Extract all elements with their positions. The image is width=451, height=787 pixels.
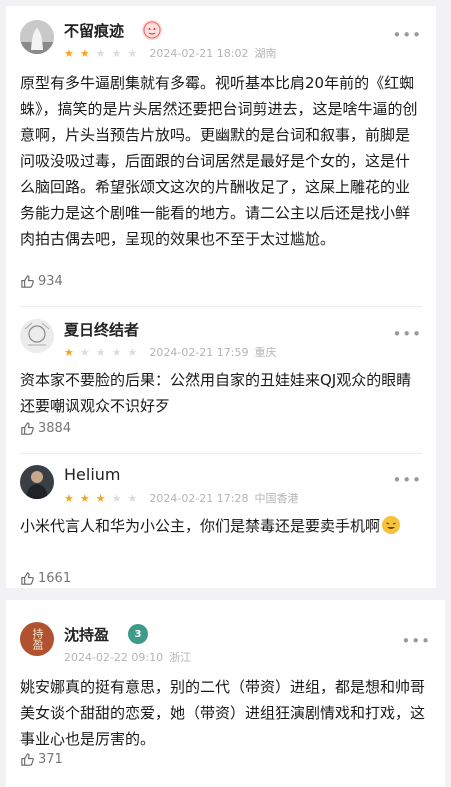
thumbs-up-icon [21, 422, 34, 435]
review-item: Helium ★ ★ ★ ★ ★ 2024-02-21 17:28 中国香港 ••• 小… [6, 465, 436, 586]
review-header: 持盈 沈持盈 3 2024-02-22 09:10 浙江 ••• [6, 622, 445, 665]
rating-stars: ★ ★ ★ ★ ★ [64, 347, 143, 358]
thumbs-up-icon [21, 572, 34, 585]
review-date: 2024-02-22 09:10 [64, 650, 164, 664]
divider [20, 453, 422, 454]
like-count: 371 [38, 752, 63, 767]
review-meta: ★ ★ ★ ★ ★ 2024-02-21 17:59 重庆 [64, 344, 283, 360]
like-button[interactable]: 1661 [20, 571, 71, 586]
review-location: 湖南 [254, 47, 277, 60]
review-content: 资本家不要脸的后果：公然用自家的丑娃娃来QJ观众的眼睛还要嘲讽观众不识好歹 [20, 371, 412, 415]
review-location: 浙江 [169, 651, 192, 664]
like-button[interactable]: 934 [20, 274, 63, 289]
username[interactable]: 夏日终结者 [64, 319, 139, 340]
review-content: 姚安娜真的挺有意思，别的二代（带资）进组，都是想和帅哥美女谈个甜甜的恋爱，她（带… [20, 678, 426, 748]
review-content: 小米代言人和华为小公主，你们是禁毒还是要卖手机啊 [20, 513, 422, 539]
review-header: 夏日终结者 ★ ★ ★ ★ ★ 2024-02-21 17:59 重庆 ••• [6, 319, 436, 359]
laughing-emoji-icon [382, 516, 401, 534]
username[interactable]: 不留痕迹 [64, 20, 124, 41]
thumbs-up-icon [21, 275, 34, 288]
avatar[interactable]: 持盈 [20, 622, 54, 656]
star-empty-icon: ★ [79, 345, 90, 359]
review-card: 不留痕迹 ★ ★ ★ ★ ★ 2024-02-21 18:02 湖南 ••• 原型有多牛… [6, 6, 436, 588]
avatar[interactable] [20, 465, 54, 499]
avatar-text: 持盈 [31, 628, 44, 650]
review-meta: 2024-02-22 09:10 浙江 [64, 649, 197, 665]
star-empty-icon: ★ [127, 345, 138, 359]
rating-stars: ★ ★ ★ ★ ★ [64, 493, 143, 504]
thumbs-up-icon [21, 753, 34, 766]
star-filled-icon: ★ [95, 491, 106, 505]
like-button[interactable]: 3884 [20, 421, 71, 436]
like-count: 3884 [38, 421, 72, 436]
star-filled-icon: ★ [79, 46, 90, 60]
like-count: 1661 [38, 571, 72, 586]
star-filled-icon: ★ [64, 46, 74, 60]
review-header: Helium ★ ★ ★ ★ ★ 2024-02-21 17:28 中国香港 ••• [6, 465, 436, 505]
review-date: 2024-02-21 18:02 [149, 46, 249, 60]
review-date: 2024-02-21 17:59 [149, 345, 249, 359]
more-options-icon[interactable]: ••• [392, 26, 422, 44]
star-filled-icon: ★ [79, 491, 90, 505]
review-card: 持盈 沈持盈 3 2024-02-22 09:10 浙江 ••• 姚安娜真的挺有… [6, 600, 445, 787]
like-count: 934 [38, 274, 63, 289]
review-header: 不留痕迹 ★ ★ ★ ★ ★ 2024-02-21 18:02 湖南 ••• [6, 20, 436, 60]
rating-stars: ★ ★ ★ ★ ★ [64, 48, 143, 59]
divider [20, 306, 422, 307]
face-emoji-icon [142, 20, 162, 40]
star-empty-icon: ★ [111, 46, 122, 60]
level-badge: 3 [128, 624, 148, 644]
star-empty-icon: ★ [95, 345, 106, 359]
star-empty-icon: ★ [127, 46, 138, 60]
avatar[interactable] [20, 319, 54, 353]
more-options-icon[interactable]: ••• [401, 632, 431, 650]
review-content-text: 小米代言人和华为小公主，你们是禁毒还是要卖手机啊 [20, 517, 381, 535]
star-empty-icon: ★ [127, 491, 138, 505]
username[interactable]: Helium [64, 465, 121, 484]
review-location: 重庆 [254, 346, 277, 359]
username[interactable]: 沈持盈 [64, 624, 109, 645]
avatar[interactable] [20, 20, 54, 54]
review-date: 2024-02-21 17:28 [149, 491, 249, 505]
review-item: 不留痕迹 ★ ★ ★ ★ ★ 2024-02-21 18:02 湖南 ••• 原型有多牛… [6, 20, 436, 289]
review-meta: ★ ★ ★ ★ ★ 2024-02-21 17:28 中国香港 [64, 490, 305, 506]
review-content: 原型有多牛逼剧集就有多霉。视听基本比肩20年前的《红蜘蛛》，搞笑的是片头居然还要… [20, 74, 418, 248]
star-empty-icon: ★ [111, 345, 122, 359]
more-options-icon[interactable]: ••• [392, 471, 422, 489]
review-item: 夏日终结者 ★ ★ ★ ★ ★ 2024-02-21 17:59 重庆 ••• 资本家不… [6, 319, 436, 436]
review-location: 中国香港 [254, 492, 299, 505]
star-filled-icon: ★ [64, 345, 74, 359]
star-empty-icon: ★ [95, 46, 106, 60]
star-filled-icon: ★ [64, 491, 74, 505]
star-empty-icon: ★ [111, 491, 122, 505]
more-options-icon[interactable]: ••• [392, 325, 422, 343]
review-item: 持盈 沈持盈 3 2024-02-22 09:10 浙江 ••• 姚安娜真的挺有… [6, 622, 445, 767]
like-button[interactable]: 371 [20, 752, 63, 767]
review-meta: ★ ★ ★ ★ ★ 2024-02-21 18:02 湖南 [64, 45, 283, 61]
